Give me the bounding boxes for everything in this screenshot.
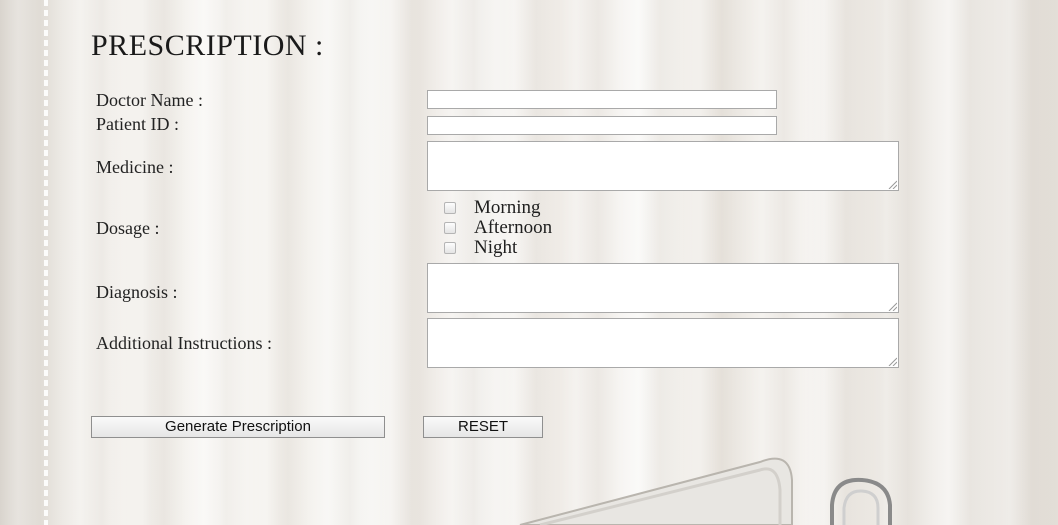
additional-instructions-field-wrapper bbox=[427, 318, 899, 368]
dosage-label: Dosage : bbox=[96, 218, 160, 238]
dosage-option-label: Afternoon bbox=[474, 217, 553, 238]
medicine-label: Medicine : bbox=[96, 157, 174, 177]
resize-grip-icon[interactable] bbox=[887, 356, 897, 366]
reset-button[interactable]: RESET bbox=[423, 416, 543, 438]
generate-prescription-button[interactable]: Generate Prescription bbox=[91, 416, 385, 438]
resize-grip-icon[interactable] bbox=[887, 301, 897, 311]
checkbox-icon[interactable] bbox=[444, 202, 456, 214]
page-title: PRESCRIPTION : bbox=[91, 29, 324, 62]
additional-instructions-label: Additional Instructions : bbox=[96, 333, 272, 353]
dosage-option-label: Morning bbox=[474, 197, 541, 218]
diagnosis-label: Diagnosis : bbox=[96, 282, 178, 302]
doctor-name-input[interactable] bbox=[427, 90, 777, 109]
diagnosis-textarea[interactable] bbox=[427, 263, 899, 313]
medicine-field-wrapper bbox=[427, 141, 899, 191]
patient-id-label: Patient ID : bbox=[96, 114, 179, 134]
doctor-name-label: Doctor Name : bbox=[96, 90, 203, 110]
patient-id-input[interactable] bbox=[427, 116, 777, 135]
checkbox-icon[interactable] bbox=[444, 222, 456, 234]
dosage-option-afternoon[interactable]: Afternoon bbox=[444, 217, 553, 238]
resize-grip-icon[interactable] bbox=[887, 179, 897, 189]
dosage-option-night[interactable]: Night bbox=[444, 237, 518, 258]
additional-instructions-textarea[interactable] bbox=[427, 318, 899, 368]
dosage-option-morning[interactable]: Morning bbox=[444, 197, 541, 218]
dosage-option-label: Night bbox=[474, 237, 518, 258]
medicine-textarea[interactable] bbox=[427, 141, 899, 191]
diagnosis-field-wrapper bbox=[427, 263, 899, 313]
checkbox-icon[interactable] bbox=[444, 242, 456, 254]
